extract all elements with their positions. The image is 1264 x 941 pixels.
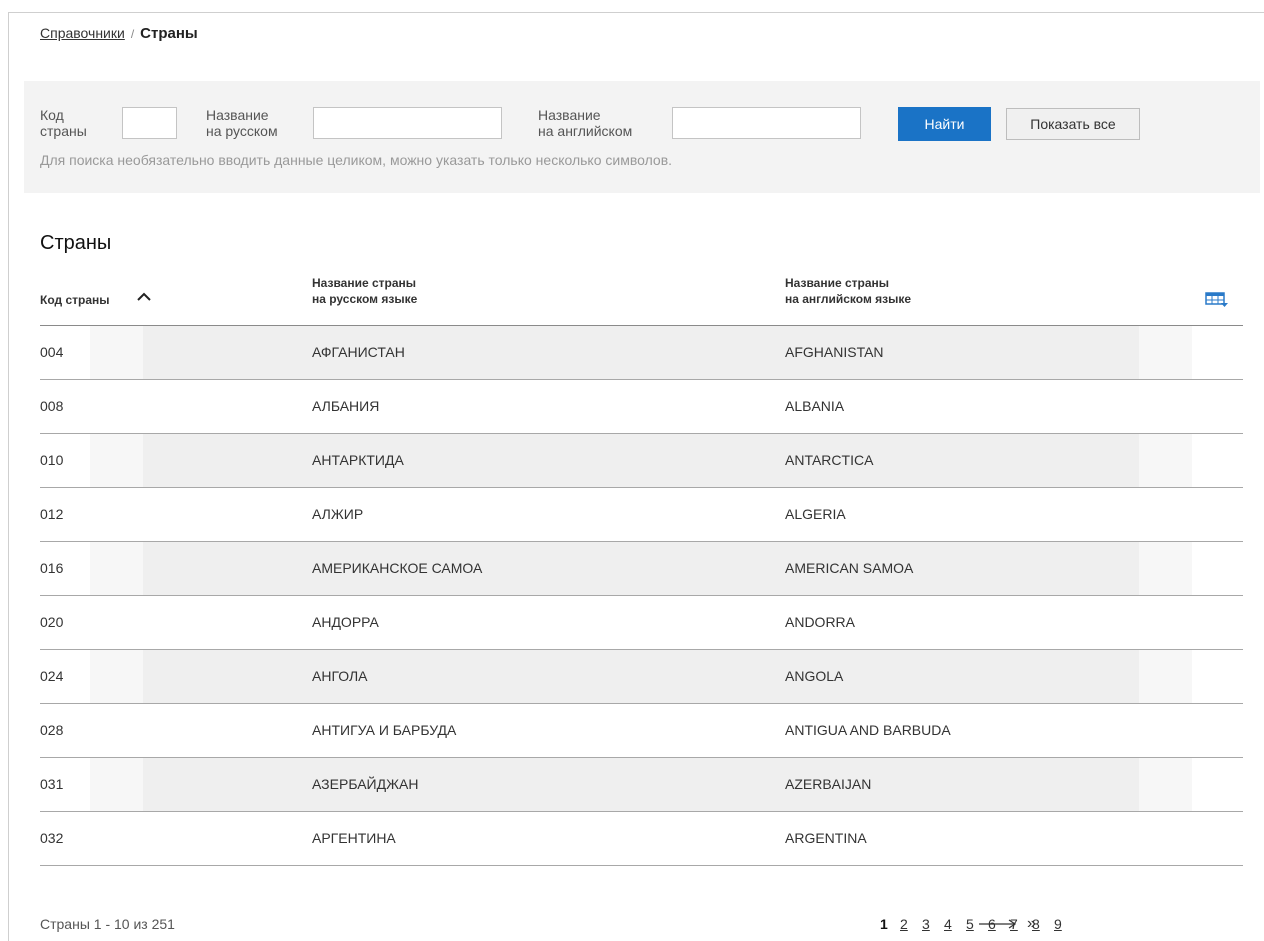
- page-link[interactable]: 9: [1054, 916, 1062, 932]
- cell-ru-name: АРГЕНТИНА: [312, 830, 396, 846]
- cell-en-name: ANTIGUA AND BARBUDA: [785, 722, 951, 738]
- row-shade-left: [90, 434, 143, 487]
- cell-ru-name: АНТАРКТИДА: [312, 452, 404, 468]
- breadcrumb-current: Страны: [140, 25, 198, 42]
- column-header-ru-line1: Название страны: [312, 276, 417, 290]
- ru-label-line1: Название: [206, 107, 269, 123]
- table-row: 012 АЛЖИР ALGERIA: [40, 488, 1243, 542]
- cell-code: 010: [40, 452, 64, 468]
- countries-table-body: 004 АФГАНИСТАН AFGHANISTAN 008 АЛБАНИЯ A…: [40, 326, 1243, 866]
- breadcrumb: Справочники / Страны: [40, 25, 198, 42]
- cell-code: 012: [40, 506, 64, 522]
- cell-code: 016: [40, 560, 64, 576]
- breadcrumb-separator: /: [130, 27, 135, 41]
- cell-ru-name: АФГАНИСТАН: [312, 344, 405, 360]
- frame-border-left: [8, 12, 9, 941]
- row-shade-left: [90, 542, 143, 595]
- row-shade: [143, 758, 1139, 811]
- cell-ru-name: АНДОРРА: [312, 614, 379, 630]
- column-header-en-line2: на английском языке: [785, 292, 912, 306]
- cell-en-name: AMERICAN SAMOA: [785, 560, 914, 576]
- table-row: 016 АМЕРИКАНСКОЕ САМОА AMERICAN SAMOA: [40, 542, 1243, 596]
- table-row: 031 АЗЕРБАЙДЖАН AZERBAIJAN: [40, 758, 1243, 812]
- show-all-button[interactable]: Показать все: [1006, 108, 1140, 140]
- row-shade-right: [1139, 758, 1192, 811]
- ru-name-label: Название на русском: [206, 107, 278, 139]
- find-button[interactable]: Найти: [898, 107, 991, 141]
- arrow-right-icon[interactable]: [978, 919, 1018, 929]
- row-shade: [143, 542, 1139, 595]
- cell-code: 020: [40, 614, 64, 630]
- row-shade-right: [1139, 542, 1192, 595]
- row-shade: [143, 326, 1139, 379]
- table-settings-icon[interactable]: [1205, 292, 1229, 308]
- row-shade-left: [90, 650, 143, 703]
- row-shade-left: [90, 326, 143, 379]
- double-chevron-right-icon[interactable]: »: [1027, 915, 1036, 933]
- table-row: 020 АНДОРРА ANDORRA: [40, 596, 1243, 650]
- page-link[interactable]: 5: [966, 916, 974, 932]
- row-shade-right: [1139, 326, 1192, 379]
- cell-en-name: ANGOLA: [785, 668, 844, 684]
- results-summary: Страны 1 - 10 из 251: [40, 916, 175, 932]
- code-label-line1: Код: [40, 107, 64, 123]
- row-shade-right: [1139, 650, 1192, 703]
- table-row: 004 АФГАНИСТАН AFGHANISTAN: [40, 326, 1243, 380]
- row-shade-left: [90, 758, 143, 811]
- breadcrumb-link-references[interactable]: Справочники: [40, 25, 125, 41]
- table-row: 028 АНТИГУА И БАРБУДА ANTIGUA AND BARBUD…: [40, 704, 1243, 758]
- cell-code: 004: [40, 344, 64, 360]
- chevron-up-icon[interactable]: [137, 292, 151, 301]
- cell-en-name: AFGHANISTAN: [785, 344, 884, 360]
- en-label-line2: на английском: [538, 123, 633, 139]
- cell-code: 031: [40, 776, 64, 792]
- cell-en-name: ARGENTINA: [785, 830, 867, 846]
- code-label-line2: страны: [40, 123, 87, 139]
- column-header-ru-line2: на русском языке: [312, 292, 418, 306]
- cell-code: 032: [40, 830, 64, 846]
- cell-en-name: AZERBAIJAN: [785, 776, 872, 792]
- cell-en-name: ALBANIA: [785, 398, 845, 414]
- frame-border-top: [8, 12, 1264, 13]
- ru-label-line2: на русском: [206, 123, 278, 139]
- cell-ru-name: АНГОЛА: [312, 668, 368, 684]
- row-shade: [143, 650, 1139, 703]
- column-header-code[interactable]: Код страны: [40, 292, 110, 308]
- row-shade-right: [1139, 434, 1192, 487]
- page-link-current: 1: [880, 916, 888, 932]
- column-header-en[interactable]: Название страны на английском языке: [785, 275, 911, 307]
- page-link[interactable]: 4: [944, 916, 952, 932]
- table-row: 008 АЛБАНИЯ ALBANIA: [40, 380, 1243, 434]
- cell-ru-name: АЗЕРБАЙДЖАН: [312, 776, 419, 792]
- code-label: Код страны: [40, 107, 87, 139]
- search-hint: Для поиска необязательно вводить данные …: [40, 152, 673, 168]
- table-row: 010 АНТАРКТИДА ANTARCTICA: [40, 434, 1243, 488]
- page-link[interactable]: 3: [922, 916, 930, 932]
- row-shade: [143, 434, 1139, 487]
- table-row: 032 АРГЕНТИНА ARGENTINA: [40, 812, 1243, 866]
- page-link[interactable]: 2: [900, 916, 908, 932]
- en-label-line1: Название: [538, 107, 601, 123]
- cell-en-name: ALGERIA: [785, 506, 846, 522]
- cell-en-name: ANDORRA: [785, 614, 856, 630]
- cell-code: 024: [40, 668, 64, 684]
- search-panel: Код страны Название на русском Название …: [24, 81, 1260, 193]
- code-input[interactable]: [122, 107, 177, 139]
- cell-code: 008: [40, 398, 64, 414]
- en-name-label: Название на английском: [538, 107, 632, 139]
- table-row: 024 АНГОЛА ANGOLA: [40, 650, 1243, 704]
- column-header-en-line1: Название страны: [785, 276, 890, 290]
- cell-ru-name: АМЕРИКАНСКОЕ САМОА: [312, 560, 483, 576]
- cell-ru-name: АЛЖИР: [312, 506, 364, 522]
- cell-en-name: ANTARCTICA: [785, 452, 874, 468]
- ru-name-input[interactable]: [313, 107, 502, 139]
- section-title: Страны: [40, 232, 112, 254]
- en-name-input[interactable]: [672, 107, 861, 139]
- column-header-ru[interactable]: Название страны на русском языке: [312, 275, 417, 307]
- cell-code: 028: [40, 722, 64, 738]
- cell-ru-name: АНТИГУА И БАРБУДА: [312, 722, 457, 738]
- cell-ru-name: АЛБАНИЯ: [312, 398, 380, 414]
